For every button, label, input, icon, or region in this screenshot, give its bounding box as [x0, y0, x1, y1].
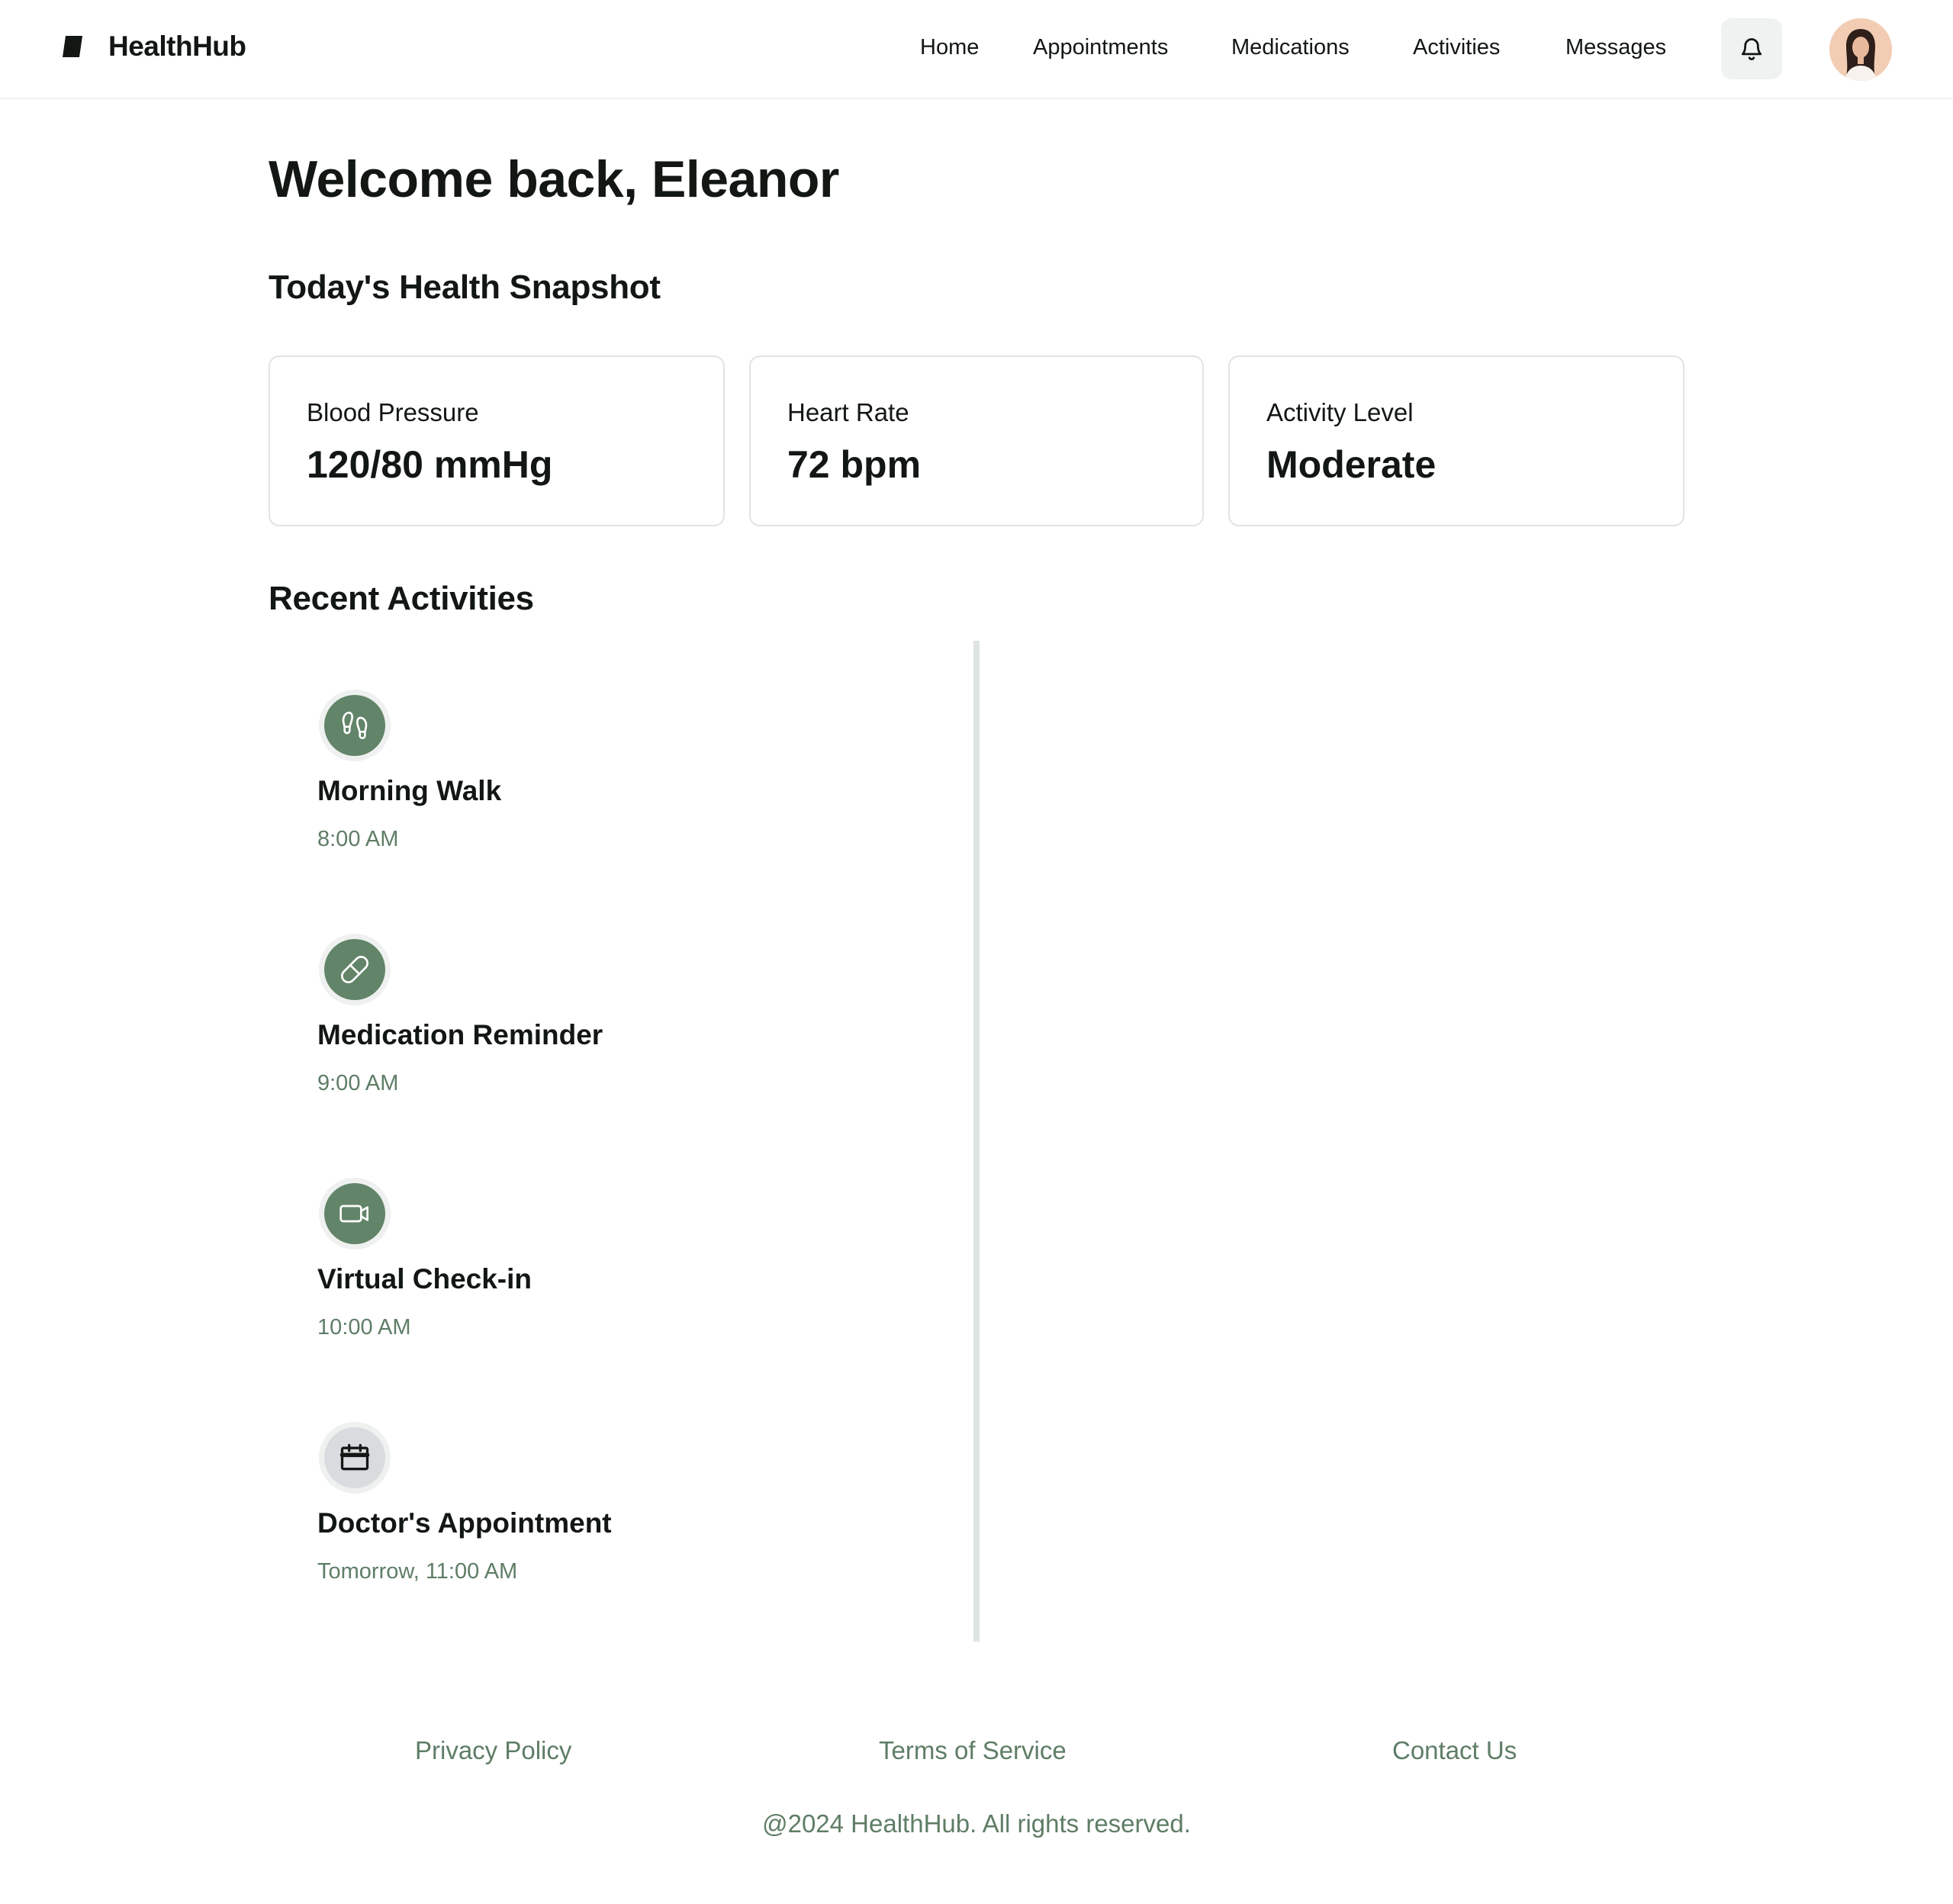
activity-level-card: Activity Level Moderate — [1228, 355, 1684, 526]
user-avatar[interactable] — [1829, 18, 1892, 81]
activity-title: Morning Walk — [317, 775, 502, 806]
activity-icon-badge — [324, 1183, 385, 1244]
activity-title: Virtual Check-in — [317, 1263, 532, 1295]
blood-pressure-card: Blood Pressure 120/80 mmHg — [269, 355, 725, 526]
video-camera-icon — [339, 1204, 368, 1223]
activity-time: 9:00 AM — [317, 1071, 399, 1095]
footer-terms-link[interactable]: Terms of Service — [879, 1736, 1067, 1765]
nav-medications[interactable]: Medications — [1231, 35, 1350, 60]
nav-home[interactable]: Home — [920, 35, 979, 60]
nav-messages[interactable]: Messages — [1565, 35, 1666, 60]
heart-rate-card: Heart Rate 72 bpm — [749, 355, 1204, 526]
nav-activities[interactable]: Activities — [1413, 35, 1500, 60]
card-label: Heart Rate — [787, 398, 909, 426]
activity-title: Doctor's Appointment — [317, 1507, 612, 1539]
pill-icon — [341, 956, 368, 983]
activity-time: 10:00 AM — [317, 1315, 411, 1340]
list-item[interactable]: Medication Reminder 9:00 AM — [269, 934, 925, 1132]
list-item[interactable]: Doctor's Appointment Tomorrow, 11:00 AM — [269, 1422, 925, 1620]
card-label: Blood Pressure — [307, 398, 479, 426]
snapshot-title: Today's Health Snapshot — [269, 269, 661, 306]
avatar-portrait — [1829, 18, 1892, 81]
card-value: 120/80 mmHg — [307, 443, 553, 486]
brand-logo[interactable]: HealthHub — [61, 31, 246, 63]
calendar-icon — [339, 1443, 370, 1471]
activities-title: Recent Activities — [269, 580, 534, 617]
footer-privacy-link[interactable]: Privacy Policy — [415, 1736, 571, 1765]
top-header: HealthHub Home Appointments Medications … — [0, 0, 1953, 99]
activity-time: Tomorrow, 11:00 AM — [317, 1559, 518, 1584]
activity-icon-wrap — [319, 1422, 391, 1494]
activity-icon-wrap — [319, 690, 391, 761]
card-value: 72 bpm — [787, 443, 922, 486]
page-title: Welcome back, Eleanor — [269, 150, 839, 208]
list-item[interactable]: Virtual Check-in 10:00 AM — [269, 1178, 925, 1376]
bookmark-tag-icon — [63, 36, 82, 57]
nav-appointments[interactable]: Appointments — [1033, 35, 1168, 60]
list-item[interactable]: Morning Walk 8:00 AM — [269, 690, 925, 888]
activity-icon-badge — [324, 1427, 385, 1488]
activity-time: 8:00 AM — [317, 827, 399, 851]
activity-icon-badge — [324, 695, 385, 756]
activity-icon-badge — [324, 939, 385, 1000]
brand-name: HealthHub — [108, 31, 246, 62]
bell-icon — [1741, 38, 1762, 60]
timeline-divider — [973, 641, 980, 1642]
activity-icon-wrap — [319, 1178, 391, 1250]
footprints-icon — [342, 712, 368, 739]
notifications-button[interactable] — [1721, 18, 1782, 79]
card-label: Activity Level — [1266, 398, 1414, 426]
card-value: Moderate — [1266, 443, 1437, 486]
copyright-text: @2024 HealthHub. All rights reserved. — [762, 1809, 1191, 1838]
activity-icon-wrap — [319, 934, 391, 1005]
activity-title: Medication Reminder — [317, 1019, 603, 1050]
footer-contact-link[interactable]: Contact Us — [1392, 1736, 1517, 1765]
